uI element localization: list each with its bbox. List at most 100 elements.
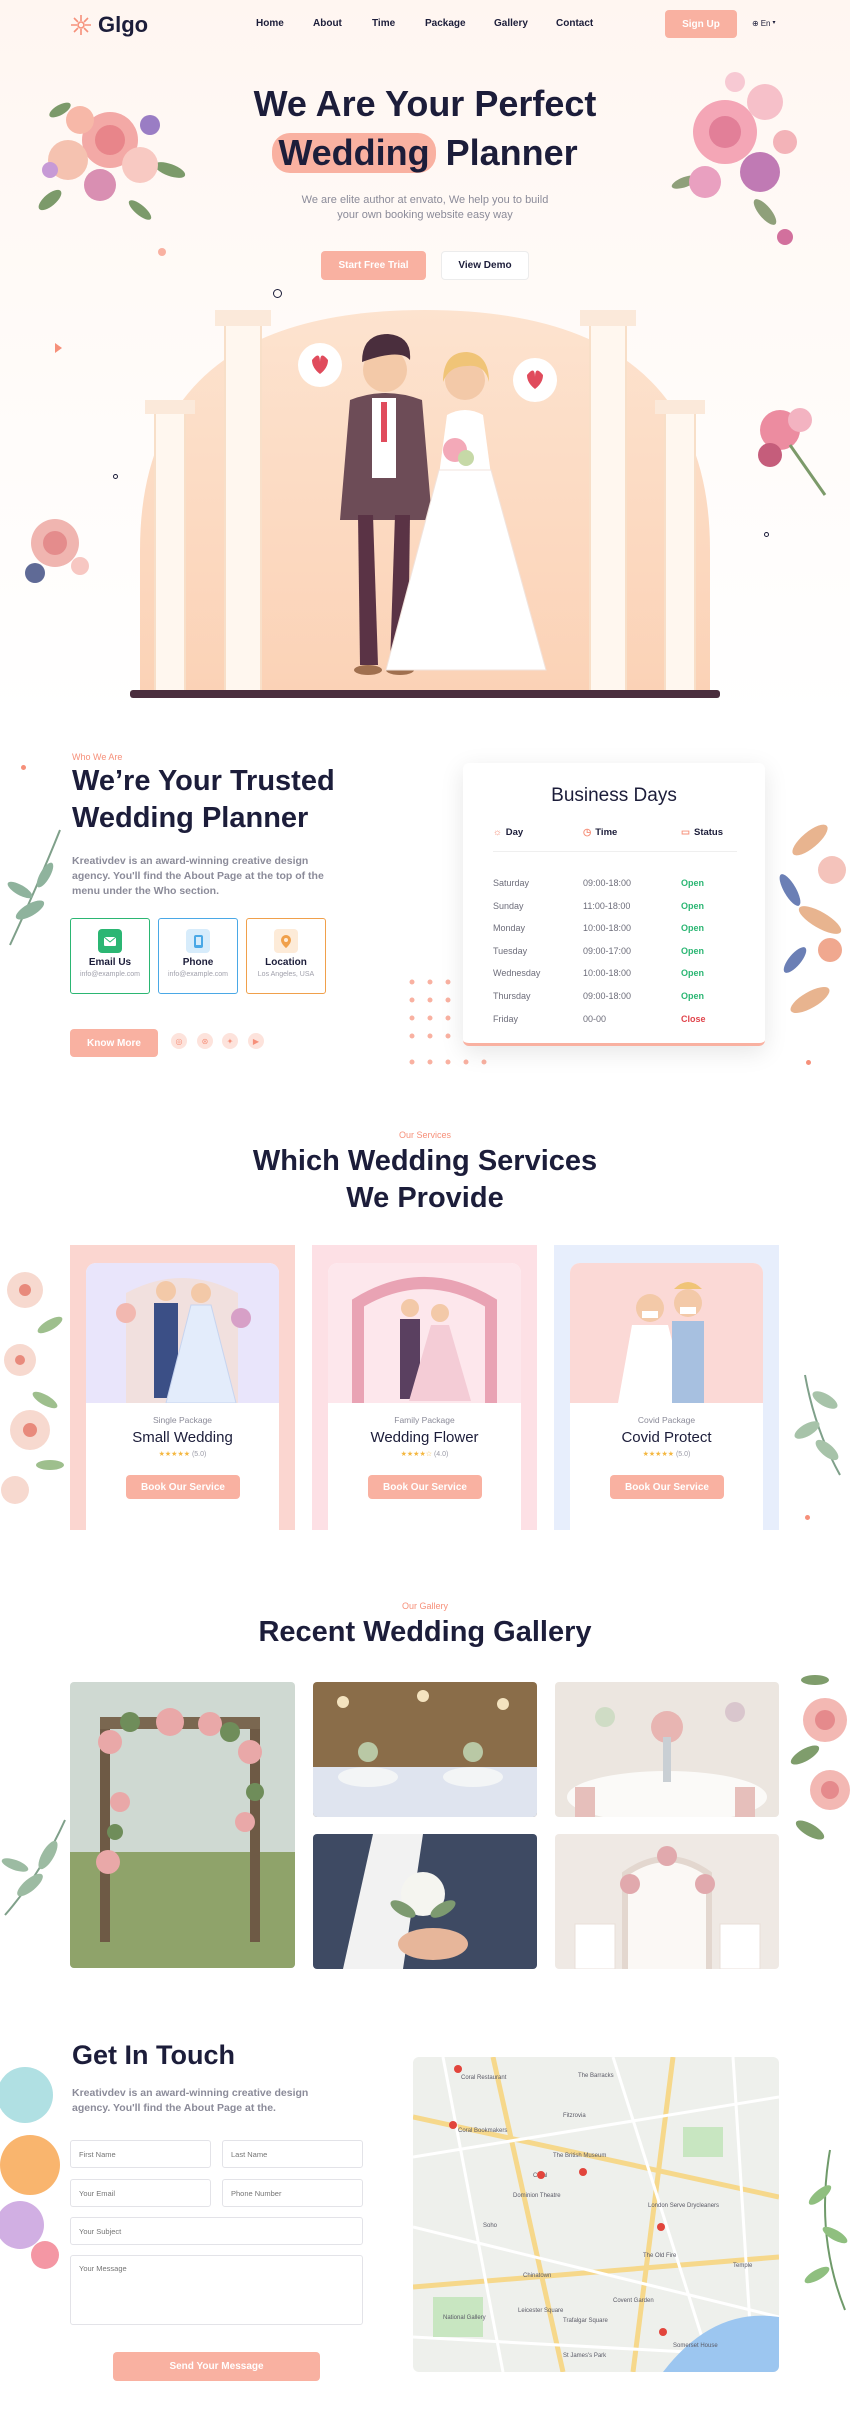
signup-button[interactable]: Sign Up (665, 10, 737, 38)
leaf-branch-right-icon (794, 1374, 841, 1476)
email-card[interactable]: Email Us info@example.com (70, 918, 150, 994)
sun-icon: ☼ (493, 827, 502, 838)
location-map[interactable]: The Barracks Coral Restaurant Fitzrovia The… (413, 2057, 779, 2372)
status-cell: Open (681, 878, 705, 888)
language-selector[interactable]: ⊕ En ▾ (752, 19, 776, 28)
location-card[interactable]: Location Los Angeles, USA (246, 918, 326, 994)
leaf-branch-contact-icon (804, 2149, 848, 2311)
hero-title-rest: Planner (445, 132, 578, 173)
know-more-button[interactable]: Know More (70, 1029, 158, 1057)
book-service-button[interactable]: Book Our Service (368, 1475, 482, 1499)
service-card-covid-protect[interactable]: Covid Package Covid Protect ★★★★★ (5.0) … (554, 1245, 779, 1530)
section-tag: Our Gallery (401, 1601, 448, 1611)
day-cell: Saturday (493, 878, 530, 888)
masked-couple-illustration (570, 1263, 763, 1403)
status-cell: Open (681, 991, 705, 1001)
nav-package[interactable]: Package (425, 18, 466, 29)
map-label: Fitzrovia (563, 2113, 586, 2119)
roses-right-icon (790, 1675, 850, 1840)
business-days-card: Business Days ☼ Day ◷ Time ▭ Status Saturda… (463, 763, 765, 1046)
status-cell: Open (681, 968, 705, 979)
status-cell: Open (681, 900, 705, 911)
subject-input[interactable] (70, 2217, 363, 2245)
white-flowers-left-icon (1, 1272, 64, 1504)
day-cell: Wednesday (493, 968, 541, 979)
logo[interactable]: Glgo (70, 12, 148, 38)
gallery-image-reception-hall[interactable] (313, 1682, 537, 1817)
time-cell: 10:00-18:00 (583, 923, 632, 934)
gallery-image-flower-arch[interactable] (70, 1682, 295, 1968)
nav-contact[interactable]: Contact (556, 18, 593, 29)
map-label: Covent Garden (613, 2298, 654, 2304)
service-card-body: Covid Package Covid Protect ★★★★★ (5.0) … (570, 1263, 763, 1530)
start-free-trial-button[interactable]: Start Free Trial (321, 251, 426, 280)
dribbble-icon[interactable]: ⊛ (197, 1033, 213, 1049)
flower-bouquet-small-icon (758, 408, 827, 496)
nav-gallery[interactable]: Gallery (494, 18, 528, 29)
couple-illustration (86, 1263, 279, 1403)
youtube-icon[interactable]: ▶ (248, 1033, 264, 1049)
last-name-input[interactable] (222, 2140, 363, 2168)
service-name: Small Wedding (132, 1429, 233, 1446)
email-card-value: info@example.com (79, 971, 141, 978)
business-day-row: Sunday 11:00-18:00 Open (493, 901, 743, 911)
status-cell: Open (681, 945, 705, 956)
globe-icon: ⊕ (752, 19, 759, 28)
decor-triangle (55, 343, 62, 353)
flower-arch-illustration (328, 1263, 521, 1403)
instagram-icon[interactable]: ◎ (171, 1033, 187, 1049)
contact-text: Kreativdev is an award-winning creative … (72, 2087, 309, 2114)
business-day-row: Monday 10:00-18:00 Open (493, 923, 743, 933)
hero-subtitle: We are elite author at envato, We help y… (301, 194, 549, 221)
map-label: The British Museum (553, 2153, 606, 2159)
phone-icon (186, 929, 210, 953)
about-title: We’re Your Trusted Wedding Planner (72, 765, 335, 834)
service-name: Wedding Flower (370, 1429, 479, 1446)
time-cell: 09:00-18:00 (583, 991, 632, 1001)
nav-home[interactable]: Home (256, 18, 284, 29)
view-demo-button[interactable]: View Demo (441, 251, 529, 280)
service-card-wedding-flower[interactable]: Family Package Wedding Flower ★★★★☆ (4.0… (312, 1245, 537, 1530)
gallery-image-ceremony-arch[interactable] (555, 1834, 779, 1969)
message-textarea[interactable] (70, 2255, 363, 2325)
gallery-image-table-setting[interactable] (555, 1682, 779, 1817)
nav-time[interactable]: Time (372, 18, 395, 29)
calendar-icon: ▭ (681, 827, 690, 838)
hero-title-line2: Wedding Planner (0, 129, 850, 177)
decor-dot (806, 1060, 811, 1065)
book-service-button[interactable]: Book Our Service (610, 1475, 724, 1499)
map-label: The Old Fire (643, 2253, 677, 2259)
chevron-down-icon: ▾ (772, 20, 776, 26)
header-day: ☼ Day (493, 827, 524, 838)
leaf-branch-icon (7, 829, 61, 946)
mail-icon (98, 929, 122, 953)
day-cell: Thursday (493, 991, 531, 1001)
send-message-button[interactable]: Send Your Message (113, 2352, 320, 2381)
gallery-image-groom-boutonniere[interactable] (313, 1834, 537, 1969)
services-title-line1: Which Wedding Services (252, 1145, 598, 1177)
phone-card[interactable]: Phone info@example.com (158, 918, 238, 994)
service-category: Family Package (394, 1415, 455, 1425)
time-cell: 09:00-18:00 (583, 878, 632, 888)
business-day-row: Saturday 09:00-18:00 Open (493, 878, 743, 888)
phone-input[interactable] (222, 2179, 363, 2207)
time-cell: 10:00-18:00 (583, 968, 632, 979)
map-label: Leicester Square (518, 2308, 564, 2314)
business-days-title: Business Days (551, 785, 677, 806)
map-label: Temple (733, 2263, 753, 2269)
book-service-button[interactable]: Book Our Service (126, 1475, 240, 1499)
day-cell: Monday (493, 923, 526, 934)
first-name-input[interactable] (70, 2140, 211, 2168)
service-card-small-wedding[interactable]: Single Package Small Wedding ★★★★★ (5.0)… (70, 1245, 295, 1530)
map-label: Coral Restaurant (461, 2075, 507, 2081)
map-label: Dominion Theatre (513, 2193, 561, 2199)
nav-about[interactable]: About (313, 18, 342, 29)
leaf-branch-gallery-icon (1, 1819, 66, 1916)
email-input[interactable] (70, 2179, 211, 2207)
map-label: Soho (483, 2223, 498, 2229)
business-day-row: Wednesday 10:00-18:00 Open (493, 968, 743, 978)
map-label: Coral Bookmakers (458, 2128, 507, 2134)
twitter-icon[interactable]: ✦ (222, 1033, 238, 1049)
phone-card-title: Phone (182, 957, 214, 968)
day-cell: Friday (493, 1013, 519, 1024)
